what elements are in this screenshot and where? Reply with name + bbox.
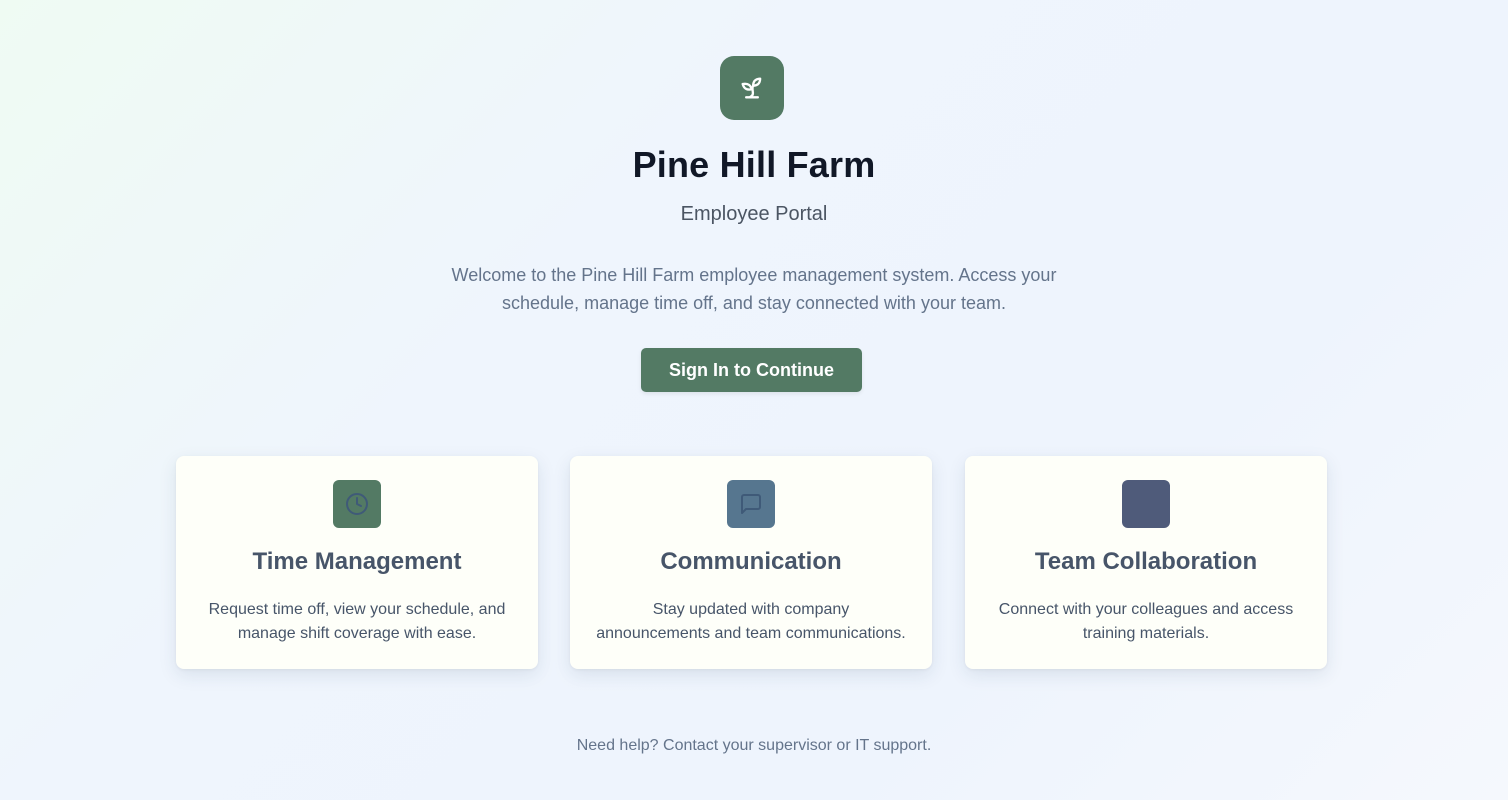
feature-description: Stay updated with company announcements … [596, 601, 906, 642]
feature-title: Team Collaboration [1034, 548, 1258, 575]
feature-card-team-collaboration: Team Collaboration Connect with your col… [965, 456, 1327, 669]
feature-description: Request time off, view your schedule, an… [208, 601, 506, 642]
page-subtitle: Employee Portal [680, 203, 828, 225]
page-title: Pine Hill Farm [632, 144, 876, 185]
sign-in-button[interactable]: Sign In to Continue [641, 348, 862, 392]
message-square-icon [739, 492, 763, 516]
help-footer: Need help? Contact your supervisor or IT… [576, 737, 932, 754]
sprout-icon [738, 74, 766, 102]
feature-card-communication: Communication Stay updated with company … [570, 456, 932, 669]
clock-icon [345, 492, 369, 516]
feature-title: Time Management [252, 548, 462, 575]
feature-icon-box [727, 480, 775, 528]
brand-logo [720, 56, 784, 120]
feature-icon-box [333, 480, 381, 528]
welcome-message: Welcome to the Pine Hill Farm employee m… [451, 265, 1057, 313]
feature-title: Communication [660, 548, 842, 575]
feature-description: Connect with your colleagues and access … [998, 601, 1294, 642]
feature-card-time-management: Time Management Request time off, view y… [176, 456, 538, 669]
feature-icon-box [1122, 480, 1170, 528]
